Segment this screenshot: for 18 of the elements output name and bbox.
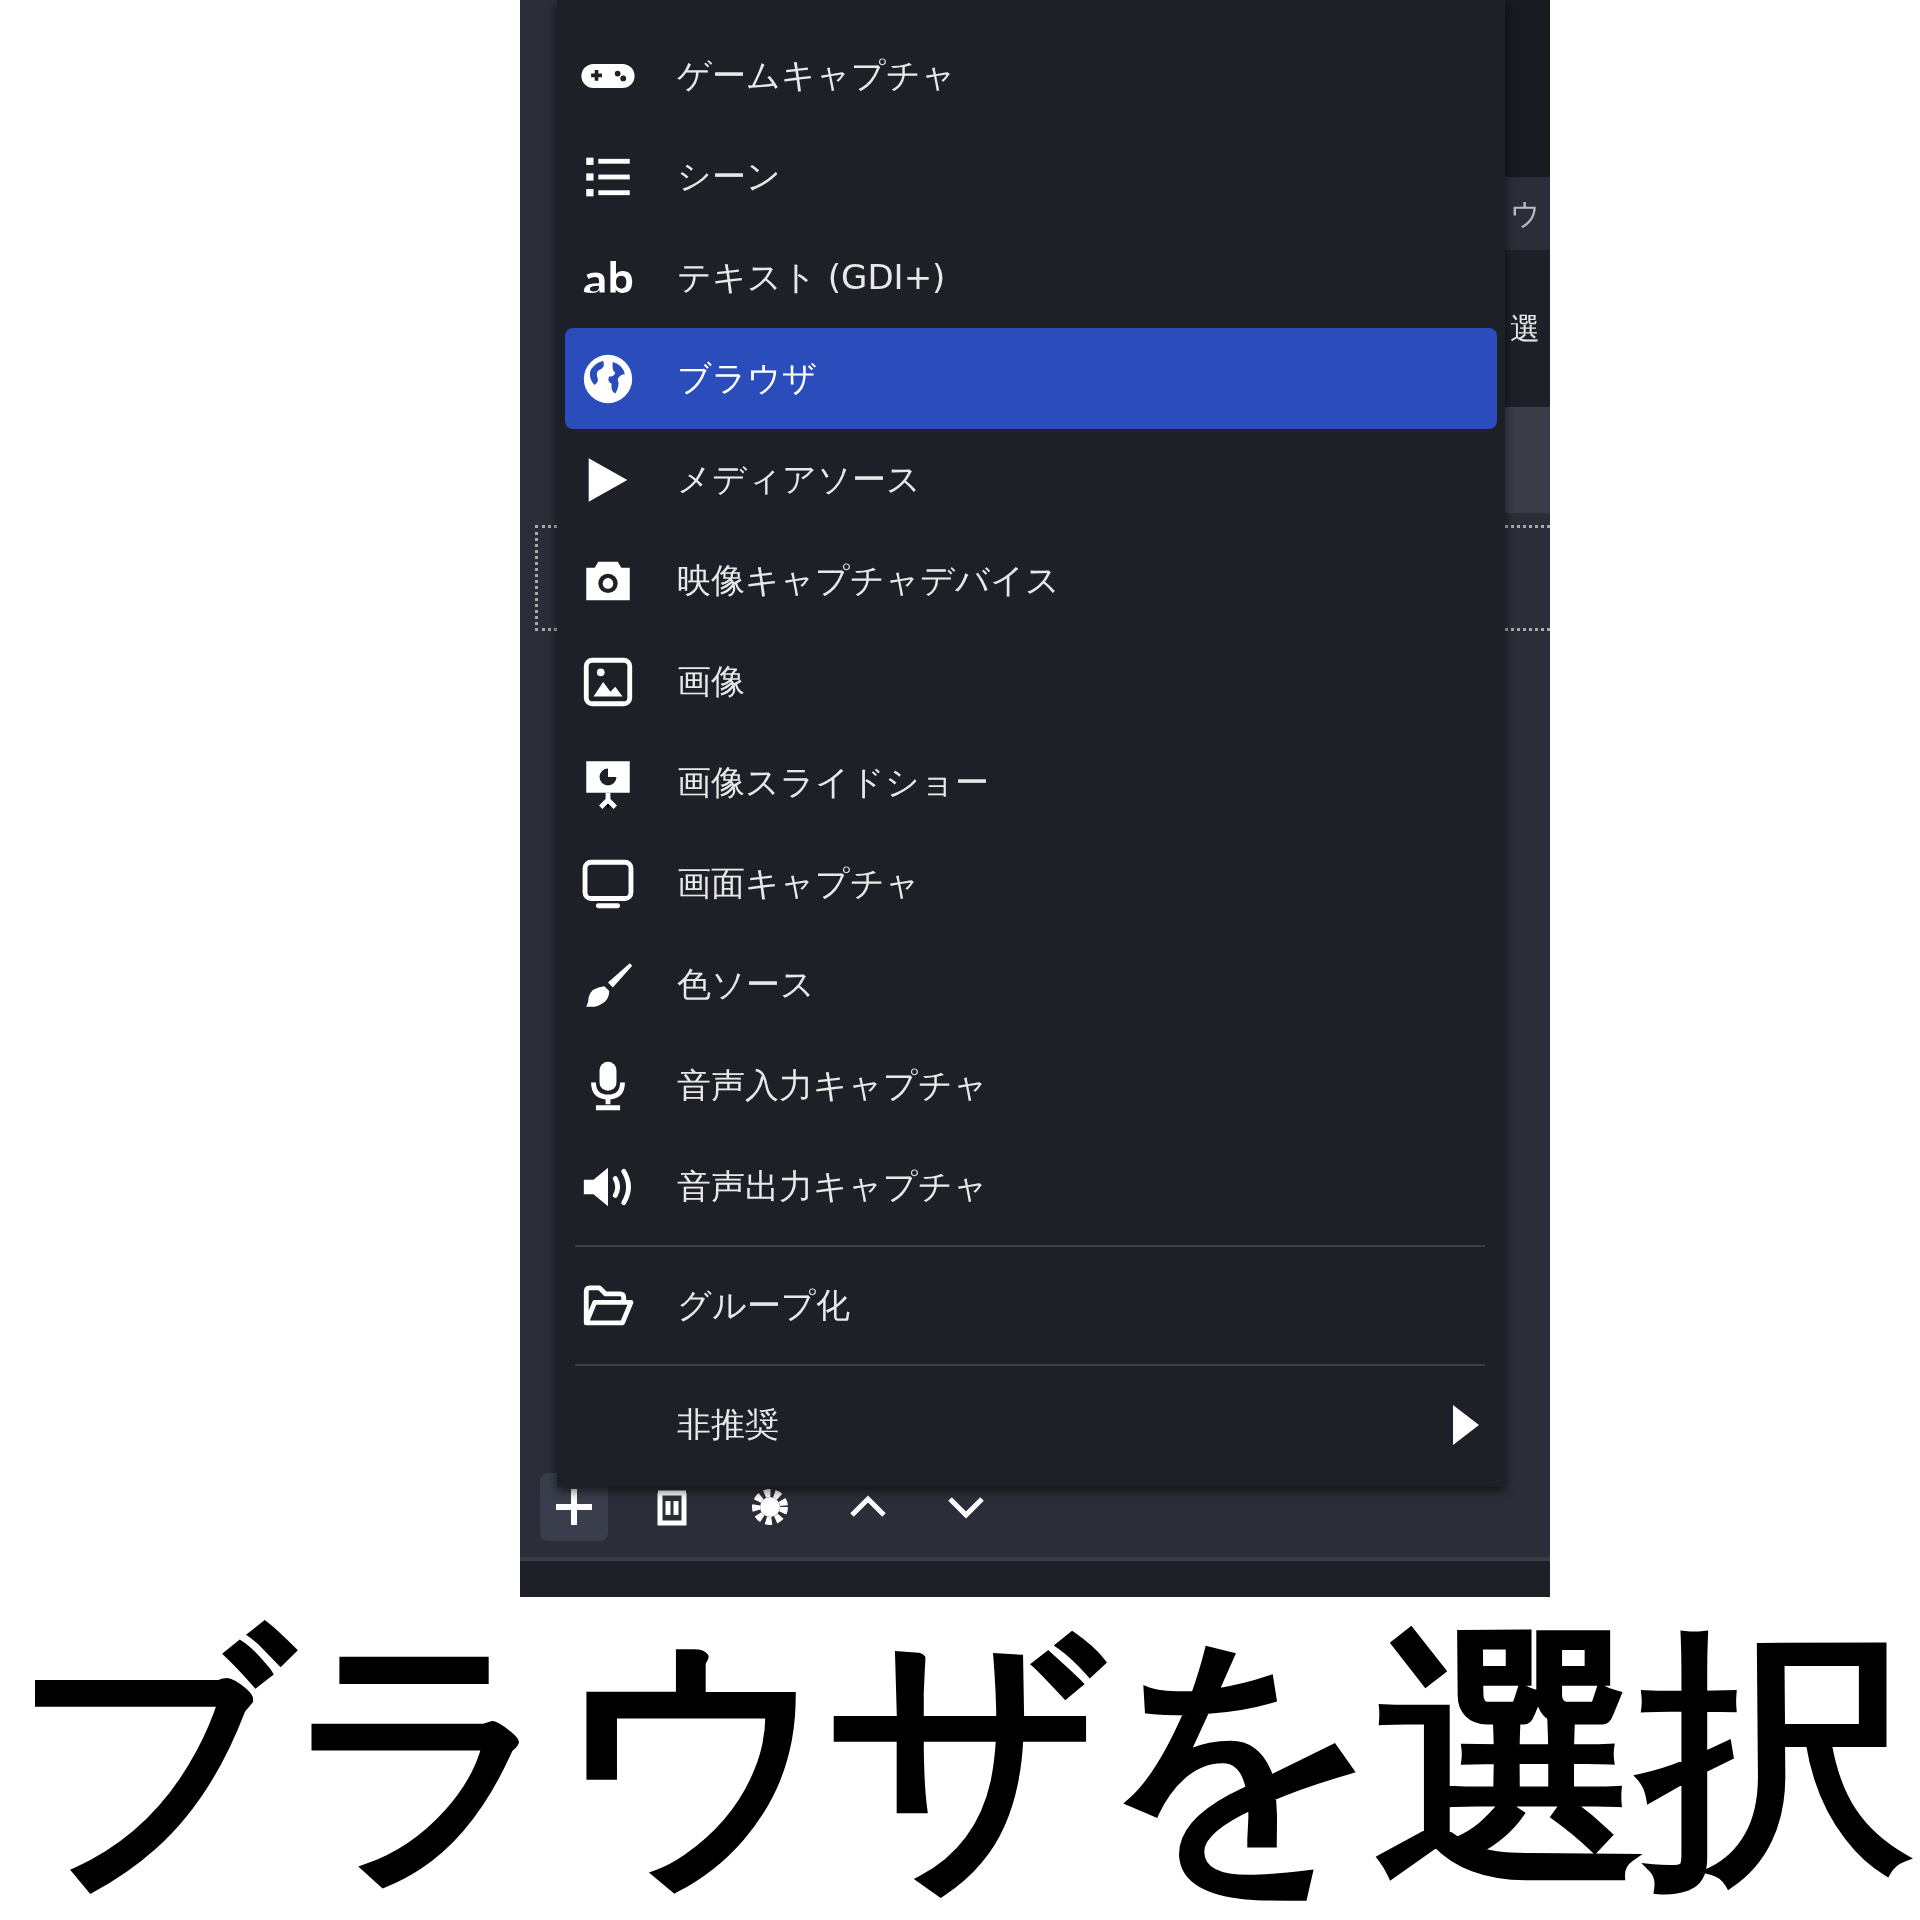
submenu-item[interactable]: 非推奨 (565, 1374, 1497, 1475)
menu-item[interactable]: 音声入力キャプチャ (565, 1035, 1497, 1136)
menu-item[interactable]: テキスト (GDI+) (565, 227, 1497, 328)
menu-item[interactable]: 画像 (565, 631, 1497, 732)
menu-item[interactable]: シーン (565, 126, 1497, 227)
caption: ブラウザを選択 (0, 1597, 1920, 1920)
menu-item[interactable]: 画面キャプチャ (565, 833, 1497, 934)
menu-item[interactable]: 映像キャプチャデバイス (565, 530, 1497, 631)
menu-item[interactable]: ゲームキャプチャ (565, 25, 1497, 126)
menu-item[interactable]: グループ化 (565, 1255, 1497, 1356)
menu-item[interactable]: メディアソース (565, 429, 1497, 530)
submenu-arrow-icon (1453, 1404, 1479, 1445)
menu-item[interactable]: 音声出力キャプチャ (565, 1136, 1497, 1237)
panel-text: 選 (1509, 313, 1540, 344)
menu-item[interactable]: 色ソース (565, 934, 1497, 1035)
menu-item[interactable]: 画像スライドショー (565, 732, 1497, 833)
menu-item[interactable]: ブラウザ (565, 328, 1497, 429)
column-header: ウ (1509, 198, 1541, 229)
